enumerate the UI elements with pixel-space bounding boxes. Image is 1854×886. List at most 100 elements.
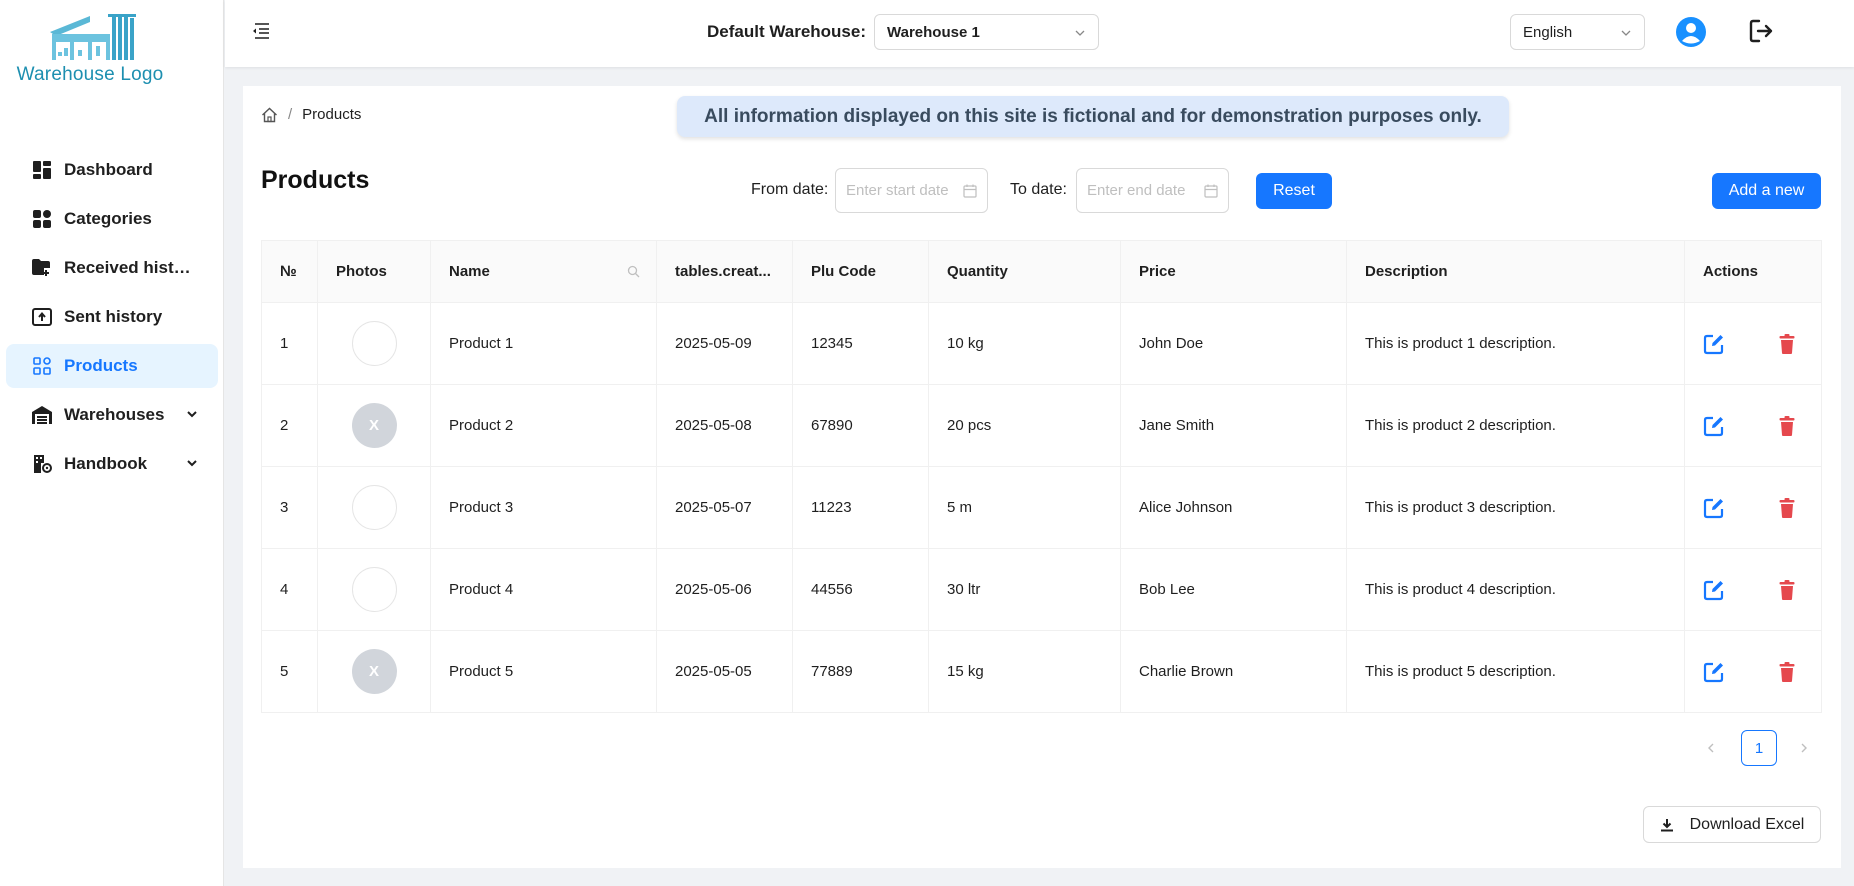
pagination-page-button[interactable]: 1 xyxy=(1741,730,1777,766)
sidebar-item-dashboard[interactable]: Dashboard xyxy=(6,148,218,192)
warehouse-select[interactable]: Warehouse 1 xyxy=(874,14,1099,50)
cell-price: Bob Lee xyxy=(1120,548,1347,631)
chevron-down-icon[interactable] xyxy=(186,408,198,420)
cell-photo: X xyxy=(317,630,431,713)
download-icon xyxy=(1660,818,1673,831)
cell-plu-code: 44556 xyxy=(792,548,929,631)
sidebar-item-sent-history[interactable]: Sent history xyxy=(6,295,218,339)
page-title: Products xyxy=(261,166,370,194)
product-photo[interactable] xyxy=(351,567,397,612)
product-photo[interactable]: X xyxy=(351,403,397,448)
cell-photo: X xyxy=(317,384,431,467)
end-date-placeholder: Enter end date xyxy=(1087,182,1186,199)
calendar-icon xyxy=(1204,184,1218,198)
cell-created: 2025-05-05 xyxy=(656,630,793,713)
main-content: / Products All information displayed on … xyxy=(243,86,1841,868)
grid-icon xyxy=(32,209,52,229)
cell-number: 1 xyxy=(261,302,318,385)
sidebar-item-label: Received histo... xyxy=(64,258,198,277)
cell-price: Alice Johnson xyxy=(1120,466,1347,549)
cell-quantity: 10 kg xyxy=(928,302,1121,385)
column-header-created: tables.creat... xyxy=(656,240,793,303)
pagination-prev-icon[interactable] xyxy=(1705,742,1717,754)
delete-icon[interactable] xyxy=(1779,661,1795,682)
default-warehouse-label: Default Warehouse: xyxy=(707,22,867,41)
sidebar-item-handbook[interactable]: Handbook xyxy=(6,442,218,486)
sidebar-item-categories[interactable]: Categories xyxy=(6,197,218,241)
cell-photo xyxy=(317,466,431,549)
cell-description: This is product 4 description. xyxy=(1346,548,1685,631)
building-gear-icon xyxy=(32,454,52,474)
cell-price: Jane Smith xyxy=(1120,384,1347,467)
column-header-name-label: Name xyxy=(449,263,490,280)
sidebar-item-warehouses[interactable]: Warehouses xyxy=(6,393,218,437)
delete-icon[interactable] xyxy=(1779,333,1795,354)
edit-icon[interactable] xyxy=(1703,415,1725,437)
column-header-price: Price xyxy=(1120,240,1347,303)
breadcrumb: / Products xyxy=(261,106,361,123)
cell-name: Product 3 xyxy=(430,466,657,549)
product-photo[interactable]: X xyxy=(351,649,397,694)
language-select[interactable]: English xyxy=(1510,14,1645,50)
cell-photo xyxy=(317,548,431,631)
product-photo[interactable] xyxy=(351,321,397,366)
cell-description: This is product 2 description. xyxy=(1346,384,1685,467)
product-photo[interactable] xyxy=(351,485,397,530)
cell-actions xyxy=(1684,302,1822,385)
column-header-plu-code: Plu Code xyxy=(792,240,929,303)
logout-icon[interactable] xyxy=(1748,18,1774,44)
delete-icon[interactable] xyxy=(1779,415,1795,436)
cell-created: 2025-05-09 xyxy=(656,302,793,385)
sidebar: Warehouse Logo Dashboard Categories Rece… xyxy=(0,0,224,886)
warehouse-select-value: Warehouse 1 xyxy=(887,23,980,41)
cell-number: 2 xyxy=(261,384,318,467)
cell-description: This is product 3 description. xyxy=(1346,466,1685,549)
sidebar-item-label: Dashboard xyxy=(64,160,153,179)
sidebar-item-products[interactable]: Products xyxy=(6,344,218,388)
calendar-icon xyxy=(963,184,977,198)
table-row: 1 Product 1 2025-05-09 12345 10 kg John Doe Th… xyxy=(261,302,1822,385)
cell-description: This is product 1 description. xyxy=(1346,302,1685,385)
user-avatar-icon[interactable] xyxy=(1675,16,1707,48)
edit-icon[interactable] xyxy=(1703,497,1725,519)
cell-quantity: 15 kg xyxy=(928,630,1121,713)
cell-description: This is product 5 description. xyxy=(1346,630,1685,713)
breadcrumb-separator: / xyxy=(288,106,293,123)
start-date-input[interactable]: Enter start date xyxy=(835,168,988,213)
delete-icon[interactable] xyxy=(1779,497,1795,518)
demo-notice-banner: All information displayed on this site i… xyxy=(677,96,1509,137)
warehouse-logo-icon xyxy=(50,14,136,60)
top-header: Default Warehouse: Warehouse 1 English xyxy=(225,0,1854,67)
cell-plu-code: 12345 xyxy=(792,302,929,385)
chevron-down-icon xyxy=(1075,30,1085,36)
from-date-label: From date: xyxy=(751,181,829,198)
sidebar-nav: Dashboard Categories Received histo... S… xyxy=(6,148,218,491)
folder-in-icon xyxy=(32,258,52,278)
search-icon[interactable] xyxy=(627,265,640,278)
to-date-label: To date: xyxy=(1010,181,1067,198)
chevron-down-icon[interactable] xyxy=(186,457,198,469)
column-header-actions: Actions xyxy=(1684,240,1822,303)
menu-fold-icon[interactable] xyxy=(251,22,271,40)
add-new-button[interactable]: Add a new xyxy=(1712,173,1821,209)
edit-icon[interactable] xyxy=(1703,661,1725,683)
home-icon[interactable] xyxy=(261,107,278,123)
chevron-down-icon xyxy=(1621,30,1631,36)
table-row: 4 Product 4 2025-05-06 44556 30 ltr Bob Lee Th… xyxy=(261,548,1822,631)
cell-quantity: 20 pcs xyxy=(928,384,1121,467)
column-header-photos: Photos xyxy=(317,240,431,303)
download-excel-button[interactable]: Download Excel xyxy=(1643,806,1821,843)
pagination-next-icon[interactable] xyxy=(1798,742,1810,754)
edit-icon[interactable] xyxy=(1703,333,1725,355)
reset-button[interactable]: Reset xyxy=(1256,173,1332,209)
delete-icon[interactable] xyxy=(1779,579,1795,600)
logo[interactable]: Warehouse Logo xyxy=(0,12,180,86)
sidebar-item-received-history[interactable]: Received histo... xyxy=(6,246,218,290)
table-header-row: № Photos Name tables.creat... Plu Code Q… xyxy=(261,240,1822,303)
upload-box-icon xyxy=(32,307,52,327)
edit-icon[interactable] xyxy=(1703,579,1725,601)
cell-number: 4 xyxy=(261,548,318,631)
end-date-input[interactable]: Enter end date xyxy=(1076,168,1229,213)
column-header-number: № xyxy=(261,240,318,303)
cell-actions xyxy=(1684,466,1822,549)
